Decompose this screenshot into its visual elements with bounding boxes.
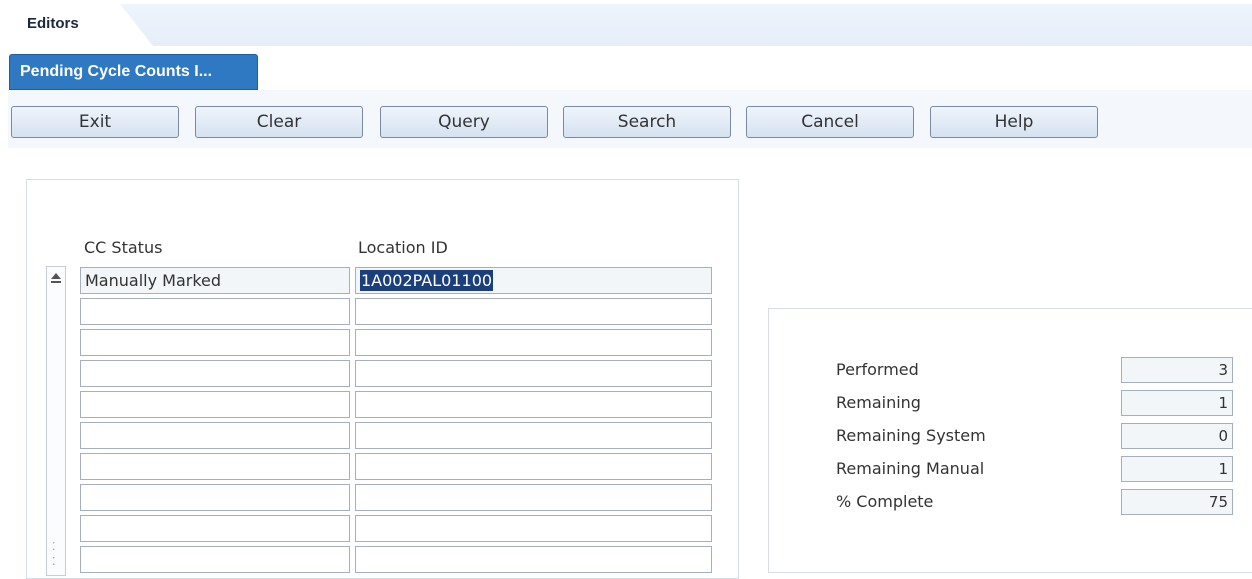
search-button[interactable]: Search (563, 106, 731, 138)
exit-button[interactable]: Exit (11, 106, 179, 138)
column-header-location-id: Location ID (358, 238, 448, 257)
location-id-cell[interactable] (355, 422, 712, 449)
percent-complete-label: % Complete (836, 492, 934, 511)
tab-pending-cycle-counts-label[interactable]: Pending Cycle Counts I... (20, 63, 212, 81)
remaining-manual-field: 1 (1121, 456, 1233, 482)
location-id-cell[interactable]: 1A002PAL01100 (355, 267, 712, 294)
remaining-system-field: 0 (1121, 423, 1233, 449)
editors-tab-label[interactable]: Editors (27, 15, 79, 32)
clear-button[interactable]: Clear (195, 106, 363, 138)
cc-status-cell[interactable] (80, 515, 350, 542)
scroll-up-icon-base (51, 281, 61, 283)
location-id-cell[interactable] (355, 484, 712, 511)
cc-status-cell[interactable] (80, 484, 350, 511)
column-header-cc-status: CC Status (84, 238, 163, 257)
location-id-cell[interactable] (355, 453, 712, 480)
location-id-cell[interactable] (355, 298, 712, 325)
location-id-cell[interactable] (355, 546, 712, 573)
location-id-cell[interactable] (355, 391, 712, 418)
location-id-cell[interactable] (355, 360, 712, 387)
query-button[interactable]: Query (380, 106, 548, 138)
cc-status-cell[interactable] (80, 329, 350, 356)
location-id-cell[interactable] (355, 329, 712, 356)
location-id-cell[interactable] (355, 515, 712, 542)
grid-scrollbar[interactable] (46, 266, 66, 576)
location-id-value: 1A002PAL01100 (360, 270, 494, 291)
performed-label: Performed (836, 360, 919, 379)
help-button[interactable]: Help (930, 106, 1098, 138)
editors-strip (8, 4, 1252, 46)
scroll-grip-icon[interactable]: ⁚ (52, 555, 60, 568)
tab-pending-cycle-counts[interactable]: Pending Cycle Counts I... (9, 54, 258, 90)
cc-status-cell[interactable] (80, 298, 350, 325)
cc-status-cell[interactable] (80, 360, 350, 387)
cc-status-cell[interactable]: Manually Marked (80, 267, 350, 294)
cc-status-cell[interactable] (80, 453, 350, 480)
cc-status-cell[interactable] (80, 422, 350, 449)
cc-status-cell[interactable] (80, 391, 350, 418)
cancel-button[interactable]: Cancel (746, 106, 914, 138)
scroll-up-icon[interactable] (51, 273, 61, 279)
remaining-manual-label: Remaining Manual (836, 459, 985, 478)
remaining-system-label: Remaining System (836, 426, 986, 445)
percent-complete-field: 75 (1121, 489, 1233, 515)
scroll-grip-icon[interactable]: ⁚ (52, 540, 60, 553)
remaining-label: Remaining (836, 393, 921, 412)
remaining-field: 1 (1121, 390, 1233, 416)
cc-status-cell[interactable] (80, 546, 350, 573)
performed-field: 3 (1121, 357, 1233, 383)
